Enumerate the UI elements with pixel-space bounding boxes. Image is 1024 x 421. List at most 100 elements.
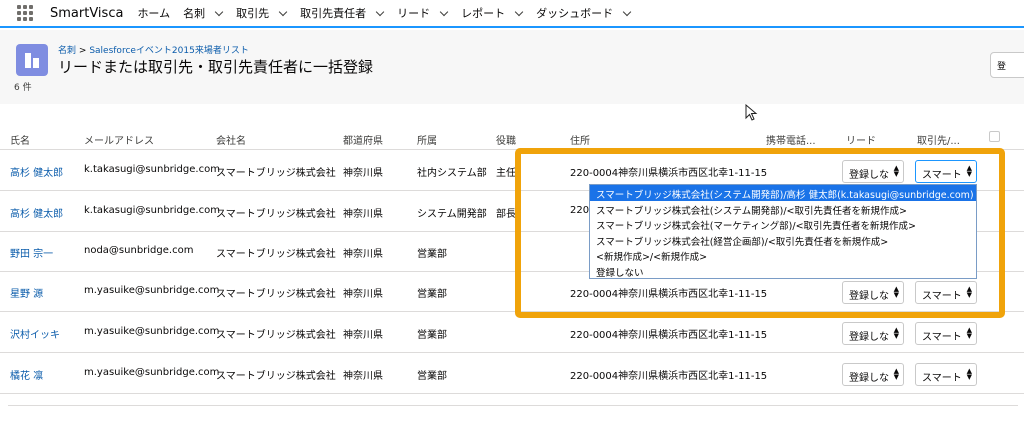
prefecture-cell: 神奈川県 (343, 371, 383, 382)
address-cell: 220-0004神奈川県横浜市西区北幸1-11-15 (570, 289, 768, 300)
department-cell: 営業部 (417, 371, 447, 382)
column-header-account[interactable]: 取引先/... (917, 132, 960, 147)
company-cell: スマートブリッジ株式会社 (216, 371, 336, 382)
account-select[interactable]: スマート ▲ ▼ (915, 322, 977, 345)
breadcrumb-root-link[interactable]: 名刺 (58, 46, 76, 56)
account-select[interactable]: スマート ▲ ▼ (915, 363, 977, 386)
column-header-mobile[interactable]: 携帯電話... (766, 132, 816, 147)
dropdown-option[interactable]: <新規作成>/<新規作成> (590, 247, 976, 263)
title-cell: 主任 (496, 168, 516, 179)
lead-select-value: 登録しな (849, 373, 889, 384)
nav-item-label: 名刺 (183, 7, 206, 20)
department-cell: 営業部 (417, 249, 447, 260)
app-name: SmartVisca (50, 5, 124, 21)
nav-item-meishi[interactable]: 名刺 (183, 5, 223, 21)
dropdown-option[interactable]: スマートブリッジ株式会社(経営企画部)/<取引先責任者を新規作成> (590, 232, 976, 248)
page-title: リードまたは取引先・取引先責任者に一括登録 (58, 58, 374, 76)
nav-item-label: ダッシュボード (536, 7, 614, 20)
lead-select[interactable]: 登録しな ▲ ▼ (842, 322, 904, 345)
department-cell: 営業部 (417, 330, 447, 341)
contact-name-link[interactable]: 橘花 凛 (10, 367, 43, 382)
lead-select-value: 登録しな (849, 291, 889, 302)
column-header-email[interactable]: メールアドレス (84, 132, 154, 147)
company-cell: スマートブリッジ株式会社 (216, 249, 336, 260)
email-cell: noda@sunbridge.com (84, 245, 194, 256)
chevron-down-icon[interactable] (279, 9, 287, 17)
column-header-title[interactable]: 役職 (496, 132, 516, 147)
up-down-arrow-icon: ▲ ▼ (966, 326, 972, 340)
up-down-arrow-icon: ▲ ▼ (893, 285, 899, 299)
prefecture-cell: 神奈川県 (343, 209, 383, 220)
dropdown-option[interactable]: スマートブリッジ株式会社(システム開発部)/<取引先責任者を新規作成> (590, 201, 976, 217)
email-cell: k.takasugi@sunbridge.com (84, 205, 220, 216)
nav-item-account[interactable]: 取引先 (236, 5, 287, 21)
account-select-value: スマート (922, 291, 962, 302)
column-header-company[interactable]: 会社名 (216, 132, 246, 147)
mouse-cursor-icon (745, 104, 758, 121)
lead-select[interactable]: 登録しな ▲ ▼ (842, 160, 904, 183)
prefecture-cell: 神奈川県 (343, 168, 383, 179)
up-down-arrow-icon: ▲ ▼ (966, 164, 972, 178)
company-cell: スマートブリッジ株式会社 (216, 330, 336, 341)
column-header-address[interactable]: 住所 (570, 132, 590, 147)
department-cell: システム開発部 (417, 209, 487, 220)
dropdown-option[interactable]: スマートブリッジ株式会社(システム開発部)/高杉 健太郎(k.takasugi@… (590, 185, 976, 201)
nav-item-label: ホーム (137, 7, 171, 20)
up-down-arrow-icon: ▲ ▼ (893, 326, 899, 340)
contact-name-link[interactable]: 星野 源 (10, 285, 43, 300)
nav-item-home[interactable]: ホーム (137, 5, 170, 21)
lead-select[interactable]: 登録しな ▲ ▼ (842, 363, 904, 386)
contact-name-link[interactable]: 高杉 健太郎 (10, 164, 63, 179)
nav-item-contact[interactable]: 取引先責任者 (300, 5, 384, 21)
chevron-down-icon[interactable] (376, 9, 384, 17)
nav-item-report[interactable]: レポート (461, 5, 523, 21)
lead-select-value: 登録しな (849, 332, 889, 343)
address-cell: 220-0004神奈川県横浜市西区北幸1-11-15 (570, 371, 768, 382)
lead-select[interactable]: 登録しな ▲ ▼ (842, 281, 904, 304)
select-all-checkbox[interactable] (989, 131, 1000, 142)
dropdown-option[interactable]: 登録しない (590, 263, 976, 279)
lead-select-value: 登録しな (849, 170, 889, 181)
prefecture-cell: 神奈川県 (343, 249, 383, 260)
department-cell: 営業部 (417, 289, 447, 300)
account-select[interactable]: スマート ▲ ▼ (915, 281, 977, 304)
column-header-prefecture[interactable]: 都道府県 (343, 132, 383, 147)
contact-name-link[interactable]: 野田 宗一 (10, 245, 53, 260)
nav-item-label: レポート (461, 7, 506, 20)
global-nav: SmartVisca ホーム 名刺 取引先 取引先責任者 リード レポート ダッ… (0, 0, 1024, 28)
chevron-down-icon[interactable] (623, 9, 631, 17)
nav-item-label: リード (397, 7, 431, 20)
register-button[interactable]: 登 (990, 52, 1024, 78)
dropdown-option[interactable]: スマートブリッジ株式会社(マーケティング部)/<取引先責任者を新規作成> (590, 216, 976, 232)
account-options-dropdown[interactable]: スマートブリッジ株式会社(システム開発部)/高杉 健太郎(k.takasugi@… (589, 184, 977, 279)
nav-item-lead[interactable]: リード (397, 5, 448, 21)
account-select[interactable]: スマート ▲ ▼ (915, 160, 977, 183)
account-select-value: スマート (922, 332, 962, 343)
column-header-name[interactable]: 氏名 (10, 132, 30, 147)
breadcrumb-list-link[interactable]: Salesforceイベント2015来場者リスト (89, 46, 249, 56)
chevron-down-icon[interactable] (515, 9, 523, 17)
table-header: 氏名 メールアドレス 会社名 都道府県 所属 役職 住所 携帯電話... リード… (0, 126, 1024, 150)
contact-name-link[interactable]: 高杉 健太郎 (10, 205, 63, 220)
chevron-down-icon[interactable] (215, 9, 223, 17)
nav-item-label: 取引先責任者 (300, 7, 367, 20)
company-cell: スマートブリッジ株式会社 (216, 289, 336, 300)
address-cell: 220-0004神奈川県横浜市西区北幸1-11-15 (570, 168, 768, 179)
breadcrumb-separator: > (78, 46, 87, 56)
chevron-down-icon[interactable] (440, 9, 448, 17)
up-down-arrow-icon: ▲ ▼ (966, 367, 972, 381)
title-cell: 部長 (496, 209, 516, 220)
column-header-lead[interactable]: リード (846, 132, 876, 147)
account-select-value: スマート (922, 170, 962, 181)
column-header-department[interactable]: 所属 (417, 132, 437, 147)
department-cell: 社内システム部 (417, 168, 487, 179)
contact-name-link[interactable]: 沢村イッキ (10, 326, 60, 341)
prefecture-cell: 神奈川県 (343, 289, 383, 300)
up-down-arrow-icon: ▲ ▼ (966, 285, 972, 299)
page-header: 名刺 > Salesforceイベント2015来場者リスト リードまたは取引先・… (0, 30, 1024, 104)
breadcrumb: 名刺 > Salesforceイベント2015来場者リスト (58, 43, 249, 56)
address-cell: 220-0004神奈川県横浜市西区北幸1-11-15 (570, 330, 768, 341)
nav-item-dashboard[interactable]: ダッシュボード (536, 5, 631, 21)
up-down-arrow-icon: ▲ ▼ (893, 367, 899, 381)
app-launcher-icon[interactable] (17, 5, 33, 21)
